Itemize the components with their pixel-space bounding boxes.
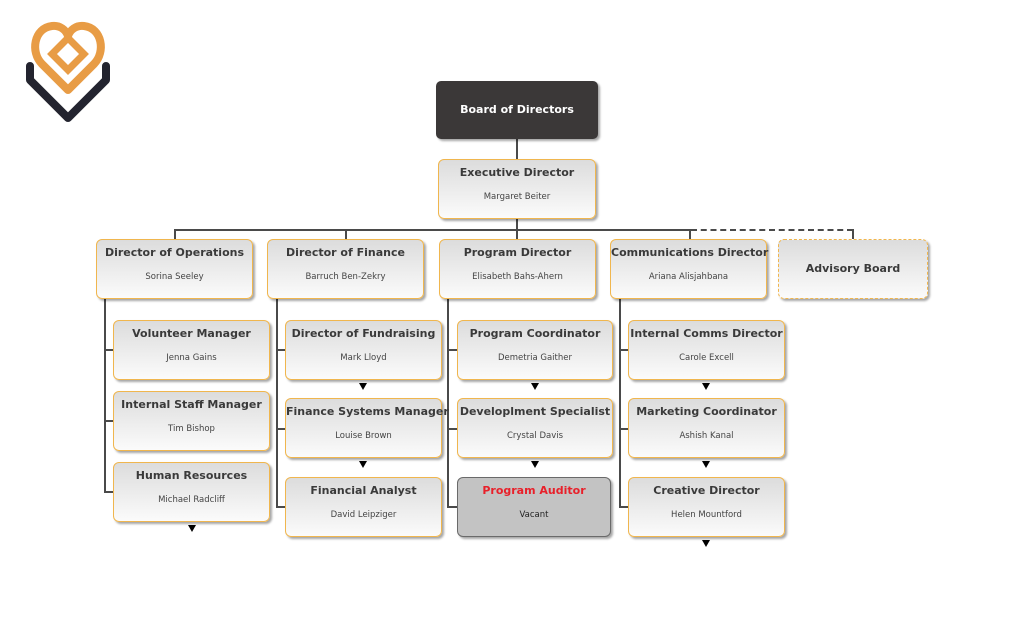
node-human-resources[interactable]: Human Resources Michael Radcliff [113, 462, 270, 522]
connector-program-branch-2 [447, 428, 457, 430]
node-director-operations[interactable]: Director of Operations Sorina Seeley [96, 239, 253, 299]
node-title: Human Resources [135, 469, 248, 482]
node-title: Director of Operations [104, 246, 245, 259]
node-person: Helen Mountford [671, 510, 742, 520]
node-person: Mark Lloyd [340, 353, 387, 363]
node-communications-director[interactable]: Communications Director Ariana Alisjahba… [610, 239, 769, 299]
node-title: Director of Finance [286, 246, 405, 259]
node-title: Program Coordinator [469, 327, 601, 340]
node-finance-systems-manager[interactable]: Finance Systems Manager Louise Brown [285, 398, 449, 458]
node-program-director[interactable]: Program Director Elisabeth Bahs-Ahern [439, 239, 596, 299]
node-title: Communications Director [611, 246, 769, 259]
node-director-fundraising[interactable]: Director of Fundraising Mark Lloyd [285, 320, 442, 380]
node-person: David Leipziger [330, 510, 397, 520]
node-volunteer-manager[interactable]: Volunteer Manager Jenna Gains [113, 320, 270, 380]
node-title: Program Director [463, 246, 572, 259]
connector-horizontal-bar [174, 229, 691, 231]
connector-advisory-drop [852, 229, 854, 239]
node-title: Marketing Coordinator [636, 405, 777, 418]
expand-arrow-icon[interactable] [359, 383, 367, 390]
node-title: Creative Director [653, 484, 760, 497]
node-person: Barruch Ben-Zekry [305, 272, 386, 282]
expand-arrow-icon[interactable] [531, 383, 539, 390]
node-title: Executive Director [459, 166, 575, 179]
node-title: Director of Fundraising [291, 327, 436, 340]
node-title: Developlment Specialist [459, 405, 611, 418]
node-person: Demetria Gaither [498, 353, 572, 363]
node-title: Program Auditor [482, 484, 586, 497]
node-title: Internal Staff Manager [121, 398, 262, 411]
node-title: Volunteer Manager [132, 327, 251, 340]
node-creative-director[interactable]: Creative Director Helen Mountford [628, 477, 785, 537]
node-person: Crystal Davis [506, 431, 564, 441]
connector-finance-drop [345, 229, 347, 239]
node-person: Ariana Alisjahbana [648, 272, 729, 282]
node-person: Carole Excell [679, 353, 734, 363]
node-title: Board of Directors [460, 103, 574, 116]
expand-arrow-icon[interactable] [188, 525, 196, 532]
connector-board-exec [516, 139, 518, 159]
node-development-specialist[interactable]: Developlment Specialist Crystal Davis [457, 398, 613, 458]
expand-arrow-icon[interactable] [702, 540, 710, 547]
expand-arrow-icon[interactable] [702, 383, 710, 390]
node-financial-analyst[interactable]: Financial Analyst David Leipziger [285, 477, 442, 537]
node-title: Finance Systems Manager [286, 405, 449, 418]
connector-program-branch-1 [447, 349, 457, 351]
expand-arrow-icon[interactable] [359, 461, 367, 468]
node-board-of-directors[interactable]: Board of Directors [436, 81, 598, 139]
node-title: Financial Analyst [310, 484, 417, 497]
node-program-coordinator[interactable]: Program Coordinator Demetria Gaither [457, 320, 613, 380]
node-internal-comms-director[interactable]: Internal Comms Director Carole Excell [628, 320, 785, 380]
expand-arrow-icon[interactable] [702, 461, 710, 468]
node-person: Elisabeth Bahs-Ahern [472, 272, 563, 282]
connector-comms-drop [689, 229, 691, 239]
connector-ops-vertical [104, 299, 106, 492]
node-person: Michael Radcliff [158, 495, 225, 505]
node-marketing-coordinator[interactable]: Marketing Coordinator Ashish Kanal [628, 398, 785, 458]
node-person: Jenna Gains [166, 353, 217, 363]
node-program-auditor-vacant[interactable]: Program Auditor Vacant [457, 477, 611, 537]
node-title: Advisory Board [805, 262, 901, 275]
node-director-finance[interactable]: Director of Finance Barruch Ben-Zekry [267, 239, 424, 299]
connector-program-vertical [447, 299, 449, 507]
node-person: Sorina Seeley [145, 272, 204, 282]
organization-logo-icon [26, 21, 110, 122]
connector-program-drop [516, 229, 518, 239]
node-internal-staff-manager[interactable]: Internal Staff Manager Tim Bishop [113, 391, 270, 451]
expand-arrow-icon[interactable] [531, 461, 539, 468]
node-advisory-board[interactable]: Advisory Board [778, 239, 928, 299]
node-person: Tim Bishop [168, 424, 215, 434]
node-person: Vacant [519, 510, 549, 520]
connector-comms-vertical [619, 299, 621, 507]
node-title: Internal Comms Director [630, 327, 783, 340]
node-person: Ashish Kanal [679, 431, 734, 441]
connector-ops-drop [174, 229, 176, 239]
connector-finance-vertical [276, 299, 278, 507]
connector-program-branch-3 [447, 506, 457, 508]
node-person: Margaret Beiter [483, 192, 551, 202]
node-person: Louise Brown [335, 431, 392, 441]
node-executive-director[interactable]: Executive Director Margaret Beiter [438, 159, 596, 219]
connector-advisory-dashed [691, 229, 853, 231]
